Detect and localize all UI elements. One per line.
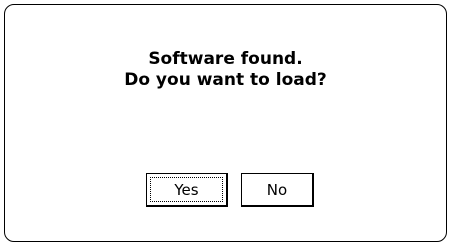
message-line-2: Do you want to load?: [124, 70, 327, 90]
yes-button[interactable]: Yes: [146, 173, 228, 207]
yes-button-label: Yes: [150, 177, 223, 202]
dialog-message: Software found. Do you want to load?: [5, 49, 446, 91]
message-line-1: Software found.: [148, 49, 303, 69]
no-button[interactable]: No: [241, 173, 314, 207]
load-software-dialog: Software found. Do you want to load? Yes…: [4, 4, 447, 242]
